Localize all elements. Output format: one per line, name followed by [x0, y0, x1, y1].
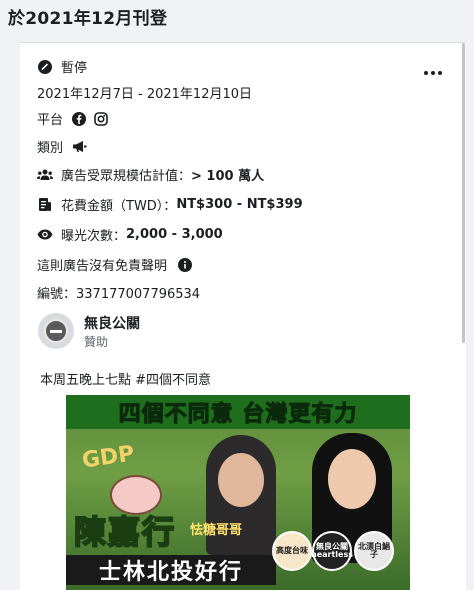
dot-icon	[424, 71, 428, 75]
ad-id: 編號：337177007796534	[37, 287, 201, 302]
audience-label: 廣告受眾規模估計值：	[61, 169, 192, 184]
badge-taiwanese: 高度台味	[272, 531, 312, 571]
info-icon[interactable]	[177, 257, 193, 273]
spend-label: 花費金額（TWD）：	[61, 199, 177, 214]
ad-creative-image[interactable]: 四個不同意 台灣更有力 GDP 陳嘉行 怯糖哥哥 士林北投好行 高度台味 無良公…	[66, 395, 410, 590]
impressions-row: 曝光次數： 2,000 - 3,000	[37, 225, 223, 244]
sponsored-label: 贊助	[84, 335, 109, 349]
disclaimer-row: 這則廣告沒有免責聲明	[37, 255, 193, 274]
impressions-label: 曝光次數：	[61, 229, 127, 244]
impressions-value: 2,000 - 3,000	[126, 227, 223, 242]
no-entry-icon	[44, 319, 68, 343]
more-options-button[interactable]	[424, 71, 442, 75]
badge-north-drifter: 北漂白鯧子	[354, 531, 394, 571]
disclaimer-text: 這則廣告沒有免責聲明	[37, 259, 168, 274]
ad-body-text: 本周五晚上七點 #四個不同意	[40, 373, 212, 388]
platform-row: 平台	[37, 109, 109, 128]
creative-banner-text: 四個不同意 台灣更有力	[118, 402, 358, 428]
instagram-icon	[93, 111, 109, 127]
people-icon	[37, 167, 53, 183]
dot-icon	[431, 71, 435, 75]
megaphone-icon	[71, 139, 87, 155]
ad-card: 暫停 2021年12月7日 - 2021年12月10日 平台 類別 廣告受眾規模…	[20, 42, 466, 590]
paused-icon	[37, 59, 53, 75]
creative-bottom-banner: 士林北投好行	[66, 555, 276, 585]
status-text: 暫停	[61, 61, 88, 76]
audience-row: 廣告受眾規模估計值： > 100 萬人	[37, 165, 264, 184]
platform-label: 平台	[37, 113, 64, 128]
creative-gdp-text: GDP	[80, 441, 136, 474]
status-row: 暫停	[37, 57, 87, 76]
dot-icon	[438, 71, 442, 75]
audience-value: > 100 萬人	[191, 169, 265, 184]
page-name[interactable]: 無良公關	[84, 313, 140, 333]
facebook-icon	[71, 111, 87, 127]
creative-banner: 四個不同意 台灣更有力	[66, 395, 410, 429]
badge-heartless: 無良公關 heartless	[311, 531, 353, 571]
date-range: 2021年12月7日 - 2021年12月10日	[37, 87, 253, 102]
receipt-icon	[37, 197, 53, 213]
spend-row: 花費金額（TWD）： NT$300 - NT$399	[37, 195, 303, 214]
creative-nickname: 怯糖哥哥	[190, 523, 243, 538]
category-label: 類別	[37, 141, 64, 156]
creative-candidate-name: 陳嘉行	[73, 512, 177, 552]
creative-bottom-text: 士林北投好行	[98, 560, 243, 585]
eye-icon	[37, 227, 53, 243]
scrollbar[interactable]	[462, 43, 465, 343]
page-title: 於2021年12月刊登	[8, 9, 168, 29]
spend-value: NT$300 - NT$399	[176, 197, 303, 212]
avatar[interactable]	[38, 313, 74, 349]
category-row: 類別	[37, 137, 87, 156]
